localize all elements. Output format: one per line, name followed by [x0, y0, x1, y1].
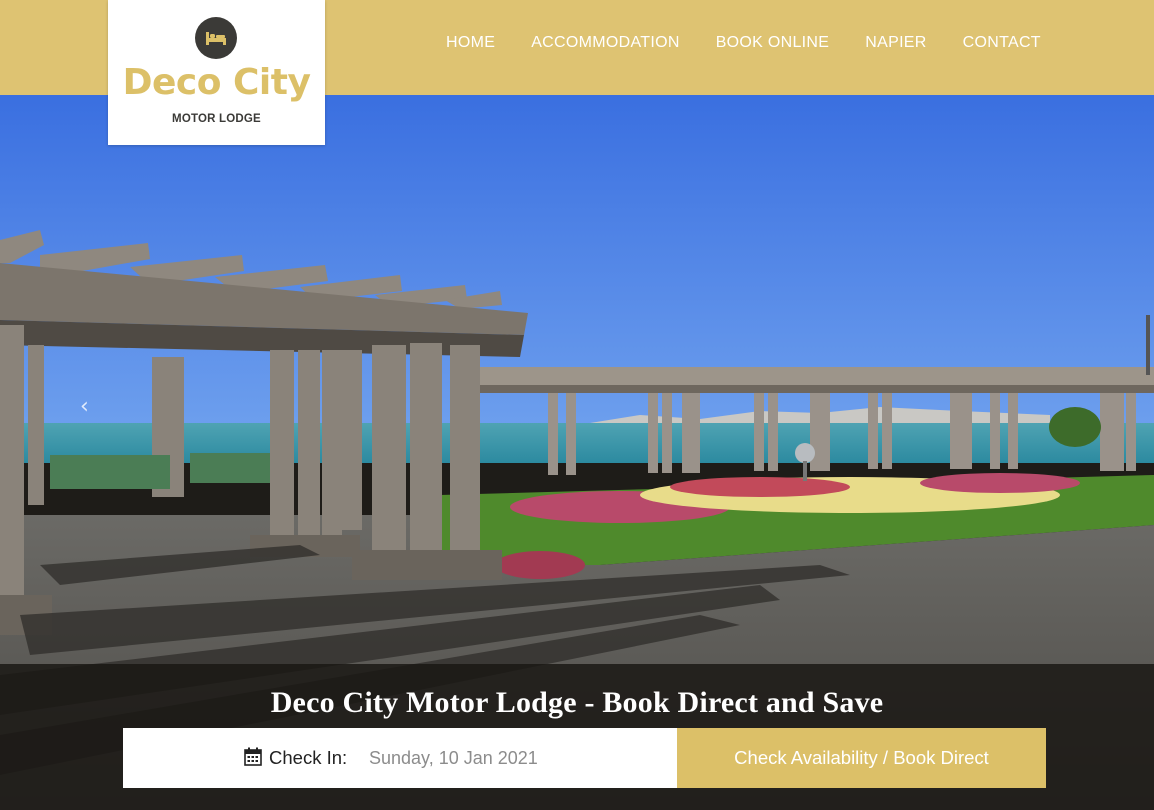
checkin-date[interactable]: Sunday, 10 Jan 2021 [369, 748, 538, 769]
booking-title: Deco City Motor Lodge - Book Direct and … [270, 686, 884, 719]
logo-tagline: MOTOR LODGE [172, 113, 261, 125]
nav-contact[interactable]: CONTACT [963, 34, 1041, 52]
booking-panel: Deco City Motor Lodge - Book Direct and … [0, 664, 1154, 810]
nav-accommodation[interactable]: ACCOMMODATION [531, 34, 680, 52]
nav-home[interactable]: HOME [446, 34, 495, 52]
logo-title: Deco City [122, 62, 311, 103]
checkin-label: Check In: [269, 747, 348, 768]
main-nav: HOME ACCOMMODATION BOOK ONLINE NAPIER CO… [446, 34, 1041, 52]
chevron-left-icon[interactable]: ‹ [80, 394, 89, 419]
logo[interactable]: Deco City MOTOR LODGE [108, 0, 325, 145]
calendar-icon [244, 747, 262, 771]
bed-icon [195, 17, 237, 59]
nav-book-online[interactable]: BOOK ONLINE [716, 34, 830, 52]
check-availability-button[interactable]: Check Availability / Book Direct [677, 728, 1046, 788]
checkin-field[interactable]: Check In: Sunday, 10 Jan 2021 [123, 728, 677, 788]
nav-napier[interactable]: NAPIER [865, 34, 926, 52]
